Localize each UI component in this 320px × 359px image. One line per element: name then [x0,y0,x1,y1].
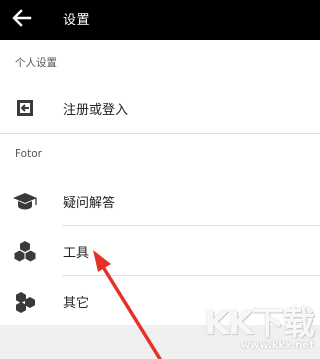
graduation-cap-icon [13,193,37,210]
section-header-fotor: Fotor [15,148,42,160]
tools-label: 工具 [63,246,90,261]
settings-item-tools[interactable]: 工具 [0,227,320,275]
other-label: 其它 [63,296,90,311]
sign-in-label: 注册或登入 [63,103,129,118]
hexagons-icon [16,292,35,313]
arrow-left-icon[interactable] [10,6,34,30]
watermark: KK下载 www.kkx.net [204,298,315,351]
divider [0,133,320,134]
settings-item-sign-in[interactable]: 注册或登入 [0,84,320,132]
page-title: 设置 [63,13,91,28]
section-header-personal: 个人设置 [15,57,57,69]
divider [62,225,320,226]
app-bar: 设置 [0,0,320,40]
watermark-logo: KK下载 [204,304,315,342]
sign-in-icon [17,100,33,116]
cubes-icon [14,241,36,262]
divider [62,275,320,276]
faq-label: 疑问解答 [63,196,116,211]
settings-item-faq[interactable]: 疑问解答 [0,177,320,225]
